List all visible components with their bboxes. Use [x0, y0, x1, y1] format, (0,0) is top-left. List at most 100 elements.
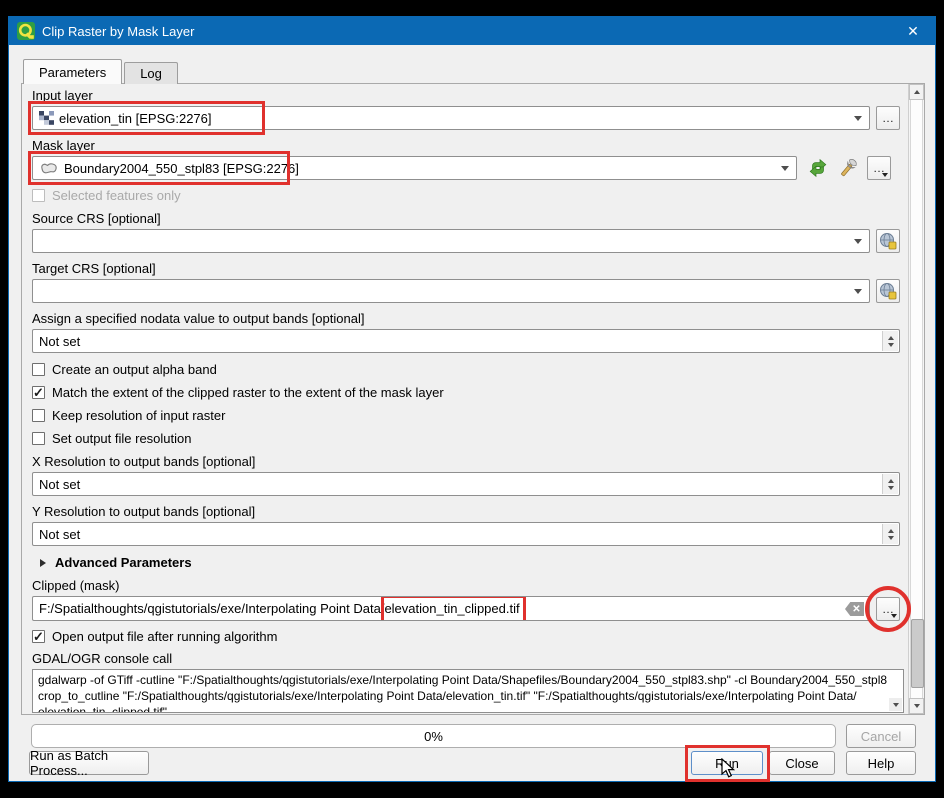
- spinner-buttons[interactable]: [882, 524, 898, 544]
- match-extent-row[interactable]: Match the extent of the clipped raster t…: [32, 385, 900, 399]
- selected-features-checkbox[interactable]: [32, 189, 45, 202]
- mask-layer-value: Boundary2004_550_stpl83 [EPSG:2276]: [64, 161, 299, 176]
- open-output-checkbox[interactable]: [32, 630, 45, 643]
- y-resolution-row: Not set: [32, 522, 900, 546]
- scroll-up-button[interactable]: [909, 84, 924, 100]
- target-crs-combobox[interactable]: [32, 279, 870, 303]
- raster-layer-icon: [39, 111, 54, 125]
- input-layer-row: elevation_tin [EPSG:2276] …: [32, 106, 900, 130]
- create-alpha-row[interactable]: Create an output alpha band: [32, 362, 900, 376]
- output-path-field[interactable]: F:/Spatialthoughts/qgistutorials/exe/Int…: [32, 596, 870, 621]
- create-alpha-checkbox[interactable]: [32, 363, 45, 376]
- input-layer-value: elevation_tin [EPSG:2276]: [59, 111, 212, 126]
- gdal-console-textarea[interactable]: gdalwarp -of GTiff -cutline "F:/Spatialt…: [32, 669, 904, 713]
- spin-up-icon[interactable]: [888, 479, 894, 483]
- source-crs-combobox[interactable]: [32, 229, 870, 253]
- open-output-label: Open output file after running algorithm: [52, 629, 277, 644]
- crs-globe-icon: [879, 282, 897, 300]
- vertical-scrollbar[interactable]: [908, 84, 924, 714]
- input-layer-label: Input layer: [32, 88, 900, 103]
- console-scroll-down-icon[interactable]: [889, 698, 902, 711]
- input-layer-combobox[interactable]: elevation_tin [EPSG:2276]: [32, 106, 870, 130]
- wrench-icon[interactable]: [835, 156, 861, 180]
- console-line: crop_to_cutline "F:/Spatialthoughts/qgis…: [38, 688, 887, 704]
- nodata-value: Not set: [39, 334, 80, 349]
- cancel-button[interactable]: Cancel: [846, 724, 916, 748]
- window-title: Clip Raster by Mask Layer: [42, 24, 194, 39]
- y-resolution-spinbox[interactable]: Not set: [32, 522, 900, 546]
- x-resolution-value: Not set: [39, 477, 80, 492]
- output-path-filename: elevation_tin_clipped.tif: [384, 601, 519, 616]
- clipped-output-row: F:/Spatialthoughts/qgistutorials/exe/Int…: [32, 596, 900, 621]
- keep-resolution-row[interactable]: Keep resolution of input raster: [32, 408, 900, 422]
- mouse-cursor-icon: [721, 758, 735, 779]
- target-crs-select-button[interactable]: [876, 279, 900, 303]
- y-resolution-label: Y Resolution to output bands [optional]: [32, 504, 900, 519]
- progress-bar: 0%: [31, 724, 836, 748]
- y-resolution-value: Not set: [39, 527, 80, 542]
- target-crs-row: [32, 279, 900, 303]
- nodata-label: Assign a specified nodata value to outpu…: [32, 311, 900, 326]
- dropdown-arrow-icon: [854, 239, 862, 244]
- mask-layer-label: Mask layer: [32, 138, 900, 153]
- mask-layer-combobox[interactable]: Boundary2004_550_stpl83 [EPSG:2276]: [32, 156, 797, 180]
- tab-parameters[interactable]: Parameters: [23, 59, 122, 84]
- open-output-row[interactable]: Open output file after running algorithm: [32, 629, 900, 643]
- advanced-parameters-toggle[interactable]: Advanced Parameters: [40, 555, 900, 570]
- help-button[interactable]: Help: [846, 751, 916, 775]
- spin-down-icon[interactable]: [888, 343, 894, 347]
- spin-up-icon[interactable]: [888, 529, 894, 533]
- tab-log[interactable]: Log: [124, 62, 178, 84]
- clear-text-icon[interactable]: ✕: [845, 602, 864, 616]
- keep-resolution-checkbox[interactable]: [32, 409, 45, 422]
- polygon-layer-icon: [39, 162, 59, 175]
- keep-resolution-label: Keep resolution of input raster: [52, 408, 225, 423]
- selected-features-only-row[interactable]: Selected features only: [32, 188, 900, 202]
- set-output-resolution-row[interactable]: Set output file resolution: [32, 431, 900, 445]
- source-crs-select-button[interactable]: [876, 229, 900, 253]
- scrollbar-thumb[interactable]: [911, 619, 924, 688]
- spinner-buttons[interactable]: [882, 331, 898, 351]
- output-browse-button[interactable]: …: [876, 597, 900, 621]
- set-output-resolution-checkbox[interactable]: [32, 432, 45, 445]
- match-extent-checkbox[interactable]: [32, 386, 45, 399]
- iterate-icon[interactable]: [805, 156, 831, 180]
- close-button[interactable]: Close: [769, 751, 835, 775]
- expand-arrow-icon: [40, 559, 46, 567]
- clip-raster-dialog: Clip Raster by Mask Layer ✕ Parameters L…: [8, 16, 936, 782]
- console-call-label: GDAL/OGR console call: [32, 651, 900, 666]
- dropdown-arrow-icon: [781, 166, 789, 171]
- spin-up-icon[interactable]: [888, 336, 894, 340]
- tab-bar: Parameters Log: [23, 59, 178, 84]
- scroll-down-button[interactable]: [909, 698, 924, 714]
- nodata-spinbox[interactable]: Not set: [32, 329, 900, 353]
- menu-corner-icon: [882, 173, 888, 177]
- close-window-button[interactable]: ✕: [891, 17, 935, 45]
- spin-down-icon[interactable]: [888, 486, 894, 490]
- output-path-prefix: F:/Spatialthoughts/qgistutorials/exe/Int…: [39, 601, 384, 616]
- scrollbar-track[interactable]: [910, 100, 923, 698]
- dropdown-arrow-icon: [854, 116, 862, 121]
- x-resolution-spinbox[interactable]: Not set: [32, 472, 900, 496]
- spinner-buttons[interactable]: [882, 474, 898, 494]
- parameters-pane: Input layer elevation_tin [EPSG:2276]: [21, 83, 925, 715]
- x-resolution-row: Not set: [32, 472, 900, 496]
- selected-features-label: Selected features only: [52, 188, 181, 203]
- advanced-parameters-label: Advanced Parameters: [55, 555, 192, 570]
- create-alpha-label: Create an output alpha band: [52, 362, 217, 377]
- run-as-batch-button[interactable]: Run as Batch Process...: [29, 751, 149, 775]
- qgis-logo-icon: [17, 22, 35, 40]
- source-crs-row: [32, 229, 900, 253]
- nodata-row: Not set: [32, 329, 900, 353]
- menu-corner-icon: [891, 614, 897, 618]
- console-line: gdalwarp -of GTiff -cutline "F:/Spatialt…: [38, 672, 887, 688]
- titlebar[interactable]: Clip Raster by Mask Layer ✕: [9, 17, 935, 45]
- input-layer-browse-button[interactable]: …: [876, 106, 900, 130]
- dropdown-arrow-icon: [854, 289, 862, 294]
- clipped-mask-label: Clipped (mask): [32, 578, 900, 593]
- target-crs-label: Target CRS [optional]: [32, 261, 900, 276]
- mask-layer-browse-button[interactable]: …: [867, 156, 891, 180]
- spin-down-icon[interactable]: [888, 536, 894, 540]
- crs-globe-icon: [879, 232, 897, 250]
- set-output-resolution-label: Set output file resolution: [52, 431, 191, 446]
